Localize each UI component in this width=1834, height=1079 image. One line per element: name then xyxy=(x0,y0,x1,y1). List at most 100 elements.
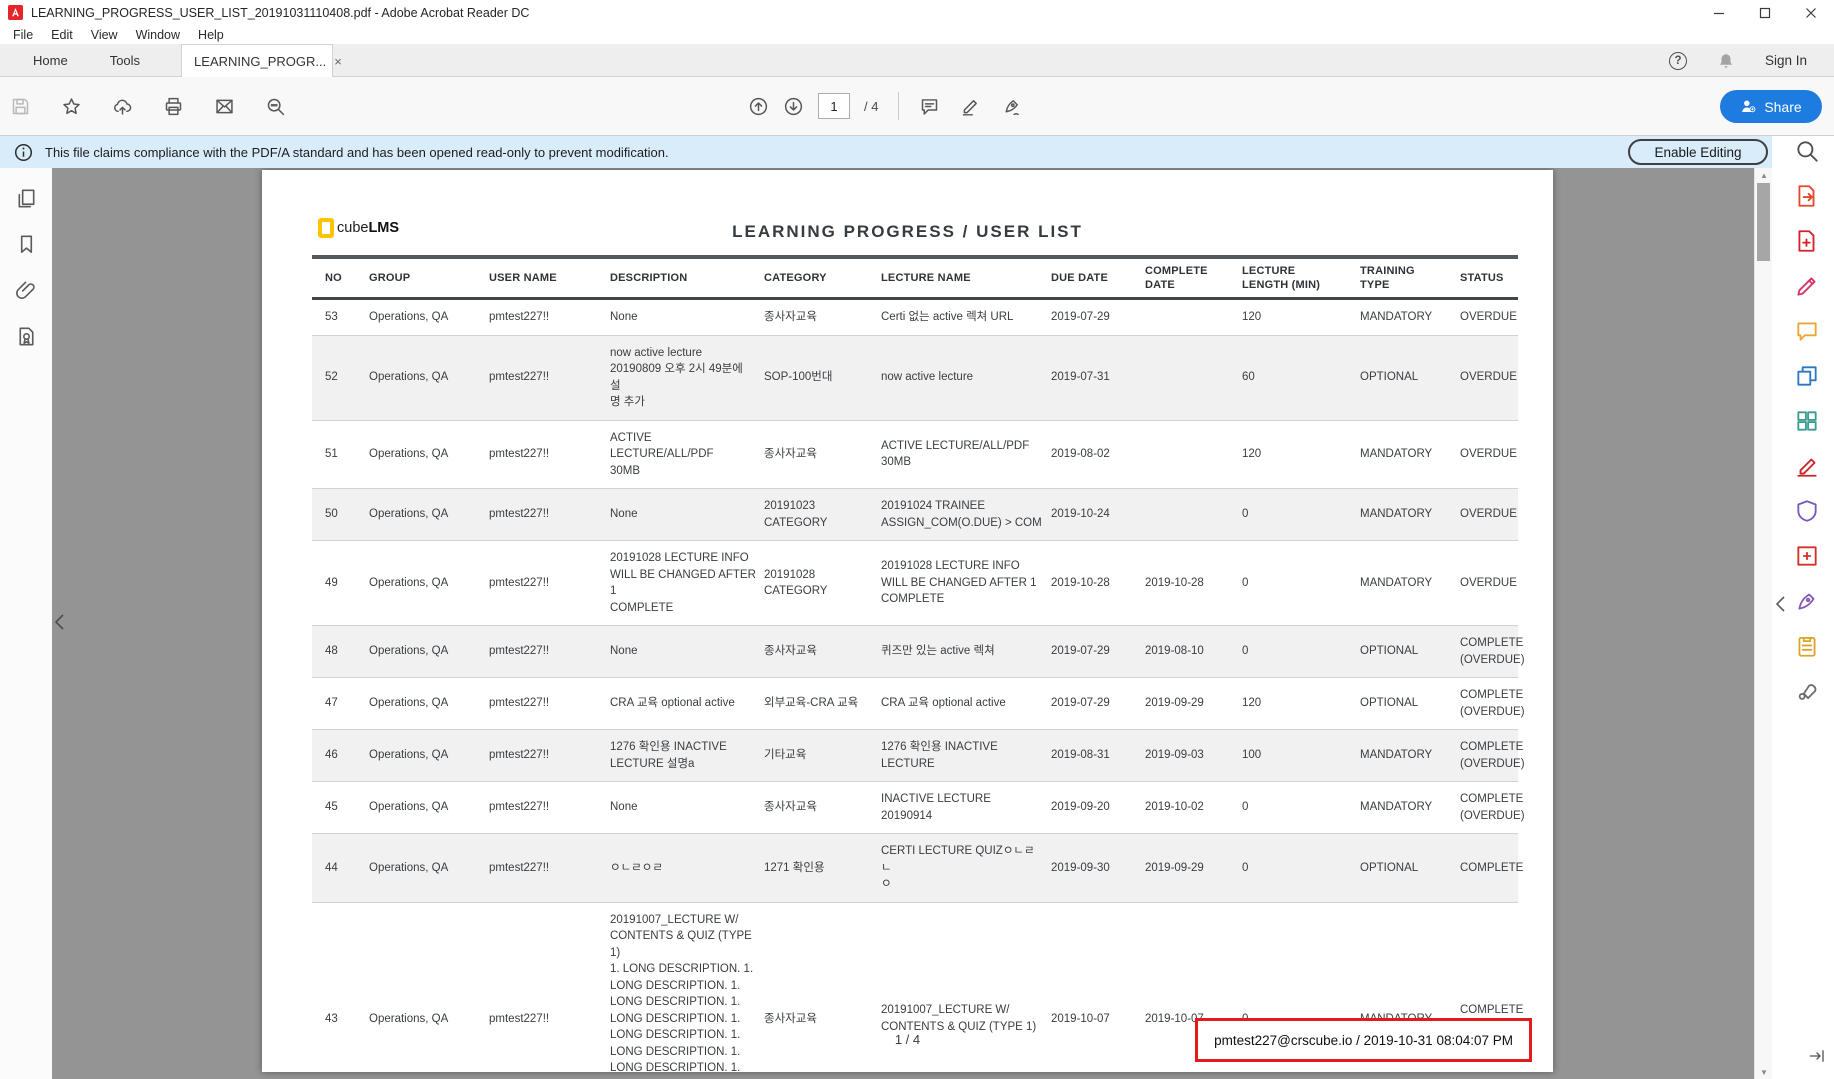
enable-editing-button[interactable]: Enable Editing xyxy=(1628,139,1768,165)
acrobat-reader-window: LEARNING_PROGRESS_USER_LIST_201910311104… xyxy=(0,0,1834,1079)
cell-complete-date xyxy=(1145,299,1242,336)
pdf-page: cube LMS LEARNING PROGRESS / USER LIST N… xyxy=(262,170,1553,1072)
table-row: 45Operations, QApmtest227!!None종사자교육INAC… xyxy=(312,782,1518,834)
comment-tool-icon[interactable] xyxy=(1794,318,1820,344)
attachments-icon[interactable] xyxy=(15,279,38,302)
tab-close-icon[interactable]: × xyxy=(334,55,342,68)
next-view-icon[interactable] xyxy=(1808,1047,1826,1065)
window-controls xyxy=(1696,0,1834,25)
cell-complete-date xyxy=(1145,420,1242,489)
collapse-left-pane-icon[interactable] xyxy=(54,614,64,630)
cell-description: ACTIVE LECTURE/ALL/PDF 30MB xyxy=(610,420,764,489)
star-icon[interactable] xyxy=(61,96,82,117)
minimize-button[interactable] xyxy=(1696,0,1742,25)
cell-status: OVERDUE xyxy=(1460,541,1518,626)
highlighter-icon[interactable] xyxy=(960,96,981,117)
cell-user-name: pmtest227!! xyxy=(489,489,610,541)
help-icon[interactable]: ? xyxy=(1669,52,1687,70)
scroll-up-arrow[interactable]: ▲ xyxy=(1755,168,1773,182)
combine-files-icon[interactable] xyxy=(1794,363,1820,389)
scrollbar-thumb[interactable] xyxy=(1757,183,1770,261)
menu-edit[interactable]: Edit xyxy=(42,28,82,42)
table-row: 50Operations, QApmtest227!!None20191023 … xyxy=(312,489,1518,541)
cell-category: SOP-100번대 xyxy=(764,335,881,420)
cell-training-type: MANDATORY xyxy=(1360,489,1460,541)
print-icon[interactable] xyxy=(163,96,184,117)
menu-file[interactable]: File xyxy=(4,28,42,42)
table-header-row: NOGROUPUSER NAMEDESCRIPTIONCATEGORYLECTU… xyxy=(312,257,1518,299)
cell-due-date: 2019-08-02 xyxy=(1051,420,1145,489)
save-icon[interactable] xyxy=(10,96,31,117)
cell-status: COMPLETE (OVERDUE) xyxy=(1460,730,1518,782)
page-down-icon[interactable] xyxy=(783,96,804,117)
menu-help[interactable]: Help xyxy=(189,28,233,42)
cell-lecture-length: 100 xyxy=(1242,730,1360,782)
bookmarks-icon[interactable] xyxy=(15,233,38,256)
expand-tools-pane-icon[interactable] xyxy=(1775,596,1785,612)
cell-user-name: pmtest227!! xyxy=(489,730,610,782)
cell-due-date: 2019-09-30 xyxy=(1051,834,1145,903)
tab-tools[interactable]: Tools xyxy=(89,44,161,76)
sign-in-link[interactable]: Sign In xyxy=(1765,53,1807,68)
scroll-down-arrow[interactable]: ▼ xyxy=(1755,1065,1773,1079)
share-button[interactable]: Share xyxy=(1720,90,1822,123)
tab-home[interactable]: Home xyxy=(12,44,89,76)
cell-no: 44 xyxy=(312,834,369,903)
organize-pages-icon[interactable] xyxy=(1794,408,1820,434)
tab-document[interactable]: LEARNING_PROGR... × xyxy=(181,44,333,77)
table-row: 48Operations, QApmtest227!!None종사자교육퀴즈만 … xyxy=(312,626,1518,678)
notifications-bell-icon[interactable] xyxy=(1717,52,1735,70)
cell-lecture-name: now active lecture xyxy=(881,335,1051,420)
request-signatures-icon[interactable] xyxy=(1794,633,1820,659)
redact-icon[interactable] xyxy=(1794,453,1820,479)
edit-pdf-icon[interactable] xyxy=(1794,273,1820,299)
email-icon[interactable] xyxy=(214,96,235,117)
cell-lecture-length: 0 xyxy=(1242,782,1360,834)
table-wrapper: NOGROUPUSER NAMEDESCRIPTIONCATEGORYLECTU… xyxy=(312,255,1518,1079)
cell-training-type: MANDATORY xyxy=(1360,782,1460,834)
column-header-user-name: USER NAME xyxy=(489,257,610,299)
page-number-input[interactable] xyxy=(818,93,850,119)
right-tools-list xyxy=(1780,136,1834,704)
cell-complete-date: 2019-09-03 xyxy=(1145,730,1242,782)
close-button[interactable] xyxy=(1788,0,1834,25)
cell-lecture-length: 60 xyxy=(1242,335,1360,420)
comment-icon[interactable] xyxy=(919,96,940,117)
cell-lecture-name: CERTI LECTURE QUIZㅇㄴㄹㄴ ㅇ xyxy=(881,834,1051,903)
vertical-scrollbar[interactable]: ▲ ▼ xyxy=(1754,168,1772,1079)
more-tools-icon[interactable] xyxy=(1794,678,1820,704)
document-canvas[interactable]: cube LMS LEARNING PROGRESS / USER LIST N… xyxy=(52,168,1754,1079)
upload-cloud-icon[interactable] xyxy=(112,96,133,117)
search-tools-icon[interactable] xyxy=(1794,138,1820,164)
toolbar-center: / 4 xyxy=(748,77,1022,135)
cell-description: None xyxy=(610,626,764,678)
cell-no: 53 xyxy=(312,299,369,336)
menu-view[interactable]: View xyxy=(82,28,127,42)
maximize-button[interactable] xyxy=(1742,0,1788,25)
protect-icon[interactable] xyxy=(1794,498,1820,524)
fill-sign-icon[interactable] xyxy=(1001,96,1022,117)
column-header-due-date: DUE DATE xyxy=(1051,257,1145,299)
cell-category: 종사자교육 xyxy=(764,902,881,1079)
left-nav-pane xyxy=(0,168,52,1079)
compress-pdf-icon[interactable] xyxy=(1794,543,1820,569)
cell-lecture-name: 20191024 TRAINEE ASSIGN_COM(O.DUE) > COM xyxy=(881,489,1051,541)
table-row: 46Operations, QApmtest227!!1276 확인용 INAC… xyxy=(312,730,1518,782)
standards-icon[interactable] xyxy=(15,325,38,348)
zoom-search-icon[interactable] xyxy=(265,96,286,117)
cell-due-date: 2019-10-24 xyxy=(1051,489,1145,541)
create-pdf-icon[interactable] xyxy=(1794,228,1820,254)
page-up-icon[interactable] xyxy=(748,96,769,117)
cell-user-name: pmtest227!! xyxy=(489,541,610,626)
fill-and-sign-icon[interactable] xyxy=(1794,588,1820,614)
left-nav-icons xyxy=(0,168,52,348)
cell-complete-date: 2019-10-02 xyxy=(1145,782,1242,834)
column-header-training-type: TRAINING TYPE xyxy=(1360,257,1460,299)
cell-category: 외부교육-CRA 교육 xyxy=(764,678,881,730)
cell-training-type: MANDATORY xyxy=(1360,299,1460,336)
cell-due-date: 2019-09-20 xyxy=(1051,782,1145,834)
menu-window[interactable]: Window xyxy=(127,28,189,42)
export-pdf-icon[interactable] xyxy=(1794,183,1820,209)
cell-due-date: 2019-08-31 xyxy=(1051,730,1145,782)
page-thumbnails-icon[interactable] xyxy=(15,187,38,210)
